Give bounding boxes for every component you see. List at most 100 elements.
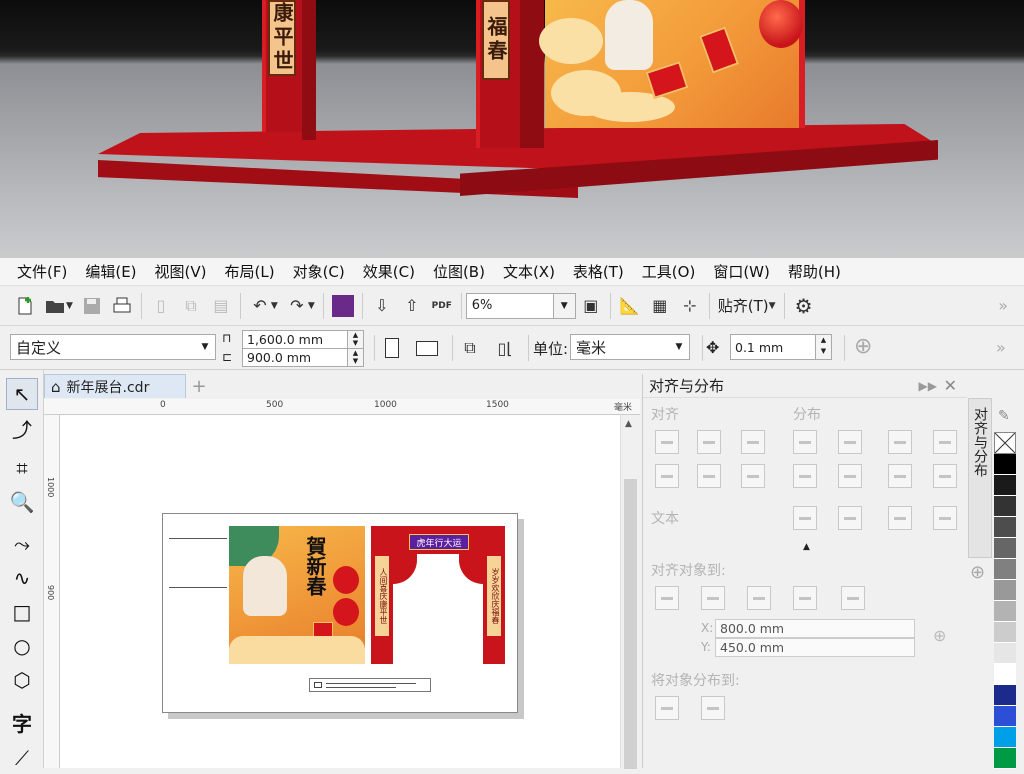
vertical-scrollbar[interactable]: ▲ (620, 415, 640, 769)
rectangle-tool[interactable]: □ (6, 596, 38, 628)
palette-swatch[interactable] (994, 601, 1016, 622)
distribute-left-icon[interactable] (793, 430, 817, 454)
y-coordinate-field[interactable]: 450.0 mm (715, 638, 915, 657)
palette-swatch[interactable] (994, 538, 1016, 559)
align-vertical-center-icon[interactable] (697, 464, 721, 488)
save-button[interactable] (77, 291, 107, 321)
new-tab-button[interactable]: + (188, 376, 210, 397)
menu-file[interactable]: 文件(F) (8, 261, 76, 282)
horizontal-ruler[interactable]: 0 500 1000 1500 毫米 (44, 399, 640, 415)
text-tool[interactable]: 字 (6, 706, 38, 738)
vertical-ruler[interactable]: 1000 900 (44, 415, 60, 768)
align-horizontal-center-icon[interactable] (697, 430, 721, 454)
x-coordinate-field[interactable]: 800.0 mm (715, 619, 915, 638)
text-bounding-box-icon[interactable] (888, 506, 912, 530)
shape-tool[interactable]: ⤴ (6, 412, 38, 444)
landscape-button[interactable] (416, 341, 438, 356)
distribute-middle-icon[interactable] (838, 464, 862, 488)
text-first-baseline-icon[interactable] (793, 506, 817, 530)
palette-swatch[interactable] (994, 727, 1016, 748)
page-width-field[interactable]: 1,600.0 mm ▲ ▼ (242, 330, 364, 349)
dimension-tool[interactable]: ⟋ (6, 742, 38, 774)
palette-swatch[interactable] (994, 475, 1016, 496)
distribute-center-icon[interactable] (838, 430, 862, 454)
no-color-swatch[interactable] (994, 432, 1016, 454)
open-dropdown-icon[interactable]: ▼ (66, 301, 73, 311)
menu-edit[interactable]: 编辑(E) (76, 261, 145, 282)
paste-button[interactable]: ▤ (206, 291, 236, 321)
page-size-select[interactable]: 自定义 ▼ (10, 334, 216, 360)
units-select[interactable]: 毫米 ▼ (570, 334, 690, 360)
palette-swatch[interactable] (994, 706, 1016, 727)
menu-view[interactable]: 视图(V) (146, 261, 216, 282)
new-document-button[interactable] (10, 291, 40, 321)
undo-dropdown-icon[interactable]: ▼ (271, 301, 278, 311)
add-docker-icon[interactable]: ⊕ (970, 562, 985, 583)
height-spinner[interactable]: ▲ ▼ (347, 349, 363, 366)
toolbar-overflow-button[interactable]: » (998, 296, 1008, 315)
menu-table[interactable]: 表格(T) (564, 261, 633, 282)
import-button[interactable]: ⇩ (367, 291, 397, 321)
text-outline-icon[interactable] (933, 506, 957, 530)
width-spinner[interactable]: ▲ ▼ (347, 331, 363, 348)
redo-dropdown-icon[interactable]: ▼ (308, 301, 315, 311)
menu-bitmap[interactable]: 位图(B) (424, 261, 494, 282)
docker-expand-icon[interactable]: ▶▶ (919, 379, 937, 393)
nudge-distance-field[interactable]: 0.1 mm ▲ ▼ (730, 334, 832, 360)
align-to-page-edge-icon[interactable] (747, 586, 771, 610)
polygon-tool[interactable]: ⬡ (6, 664, 38, 696)
chevron-down-icon[interactable]: ▼ (669, 335, 689, 359)
scrollbar-thumb[interactable] (624, 479, 637, 769)
pick-tool[interactable]: ↖ (6, 378, 38, 410)
zoom-level-select[interactable]: 6% ▼ (465, 292, 576, 319)
document-page[interactable]: 賀新春 人间喜庆康平世 岁岁欢欣庆福春 虎年行大运 (162, 513, 518, 713)
nudge-spinner[interactable]: ▲ ▼ (815, 335, 831, 359)
menu-layout[interactable]: 布局(L) (216, 261, 284, 282)
export-button[interactable]: ⇧ (397, 291, 427, 321)
freehand-tool[interactable]: ⤳ (6, 528, 38, 560)
palette-swatch[interactable] (994, 643, 1016, 664)
distribute-top-icon[interactable] (793, 464, 817, 488)
home-icon[interactable]: ⌂ (51, 378, 61, 396)
palette-swatch[interactable] (994, 559, 1016, 580)
docker-side-tab[interactable]: 对齐与分布 (968, 398, 992, 558)
artwork-right-panel[interactable]: 人间喜庆康平世 岁岁欢欣庆福春 虎年行大运 (371, 526, 505, 664)
portrait-button[interactable] (385, 338, 399, 358)
distribute-to-page-icon[interactable] (701, 696, 725, 720)
add-page-icon[interactable]: ⊕ (854, 334, 872, 359)
snap-to-button[interactable]: 贴齐(T) (718, 295, 769, 316)
full-screen-button[interactable]: ▣ (576, 291, 606, 321)
menu-window[interactable]: 窗口(W) (704, 261, 779, 282)
ellipse-tool[interactable]: ○ (6, 630, 38, 662)
document-tab[interactable]: ⌂ 新年展台.cdr (44, 374, 186, 398)
scroll-up-icon[interactable]: ▲ (625, 419, 632, 429)
copy-button[interactable]: ⧉ (176, 291, 206, 321)
artwork-left-panel[interactable]: 賀新春 (229, 526, 365, 664)
align-bottom-icon[interactable] (741, 464, 765, 488)
distribute-bottom-icon[interactable] (888, 464, 912, 488)
menu-text[interactable]: 文本(X) (494, 261, 564, 282)
palette-swatch[interactable] (994, 685, 1016, 706)
palette-swatch[interactable] (994, 496, 1016, 517)
page-height-field[interactable]: 900.0 mm ▲ ▼ (242, 348, 364, 367)
print-button[interactable] (107, 291, 137, 321)
align-to-point-icon[interactable] (841, 586, 865, 610)
distribute-spacing-v-icon[interactable] (933, 464, 957, 488)
align-to-selection-icon[interactable] (701, 586, 725, 610)
palette-swatch[interactable] (994, 664, 1016, 685)
palette-swatch[interactable] (994, 748, 1016, 769)
align-right-icon[interactable] (741, 430, 765, 454)
show-guidelines-button[interactable]: ⊹ (675, 291, 705, 321)
palette-swatch[interactable] (994, 580, 1016, 601)
all-pages-button[interactable]: ⧉ (455, 333, 485, 363)
property-bar-overflow-button[interactable]: » (996, 338, 1006, 357)
collapse-up-icon[interactable]: ▲ (803, 542, 810, 552)
align-to-grid-icon[interactable] (793, 586, 817, 610)
zoom-tool[interactable]: 🔍 (6, 486, 38, 518)
current-page-button[interactable]: ▯⌊ (490, 333, 520, 363)
chevron-down-icon[interactable]: ▼ (552, 293, 575, 318)
palette-swatch[interactable] (994, 454, 1016, 475)
cut-button[interactable]: ▯ (146, 291, 176, 321)
search-content-button[interactable] (328, 291, 358, 321)
distribute-to-selection-icon[interactable] (655, 696, 679, 720)
